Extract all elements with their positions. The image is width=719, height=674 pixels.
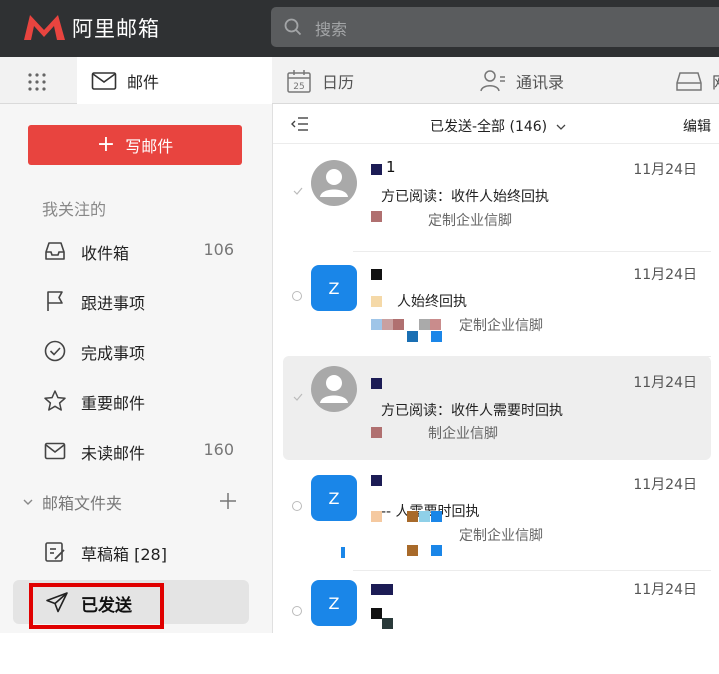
sidebar-item-unread[interactable]: 未读邮件 160 [0, 431, 272, 471]
flag-icon [47, 291, 63, 311]
favorites-title: 我关注的 [42, 200, 107, 219]
envelope-icon [44, 442, 66, 460]
tab-calendar[interactable]: 25 日历 [286, 57, 354, 104]
highlight-box [29, 583, 164, 629]
folder-filter-dropdown[interactable]: 已发送-全部 (146) [430, 116, 566, 136]
avatar [311, 366, 357, 412]
select-radio[interactable] [292, 501, 302, 511]
folders-title: 邮箱文件夹 [42, 494, 123, 513]
mail-subject: 方已阅读：收件人始终回执 [381, 189, 549, 205]
mail-item[interactable]: Z 11月24日 人始终回执 定制企业信脚 [283, 255, 711, 359]
tab-mail[interactable]: 邮件 [77, 57, 272, 104]
avatar [311, 160, 357, 206]
tab-mail-label: 邮件 [127, 72, 160, 92]
sidebar-item-label: 跟进事项 [81, 294, 146, 313]
unread-count: 160 [203, 440, 234, 459]
read-check-icon [293, 393, 303, 401]
sidebar-item-done[interactable]: 完成事项 [0, 331, 272, 371]
avatar: Z [311, 580, 357, 626]
read-check-icon [293, 187, 303, 195]
mail-signature: 制企业信脚 [428, 426, 498, 442]
compose-label: 写邮件 [125, 137, 174, 156]
mail-signature: 定制企业信脚 [428, 213, 512, 229]
sidebar-item-inbox[interactable]: 收件箱 106 [0, 231, 272, 271]
mail-icon [91, 71, 117, 90]
mail-date: 11月24日 [633, 267, 697, 283]
mail-signature: 定制企业信脚 [459, 528, 543, 544]
search-icon [284, 18, 302, 36]
check-circle-icon [44, 340, 66, 362]
contacts-icon [480, 69, 505, 91]
avatar: Z [311, 475, 357, 521]
avatar: Z [311, 265, 357, 311]
mail-date: 11月24日 [633, 582, 697, 598]
draft-icon [45, 542, 65, 562]
mail-item[interactable]: 11月24日 方已阅读：收件人需要时回执 制企业信脚 [283, 356, 711, 460]
sidebar-item-important[interactable]: 重要邮件 [0, 381, 272, 421]
inbox-count: 106 [203, 240, 234, 259]
calendar-icon: 25 [287, 69, 311, 93]
chevron-down-icon [556, 124, 566, 130]
mail-list: 已发送-全部 (146) 编辑 1 11月24日 方已阅读：收件人始终回执 定制… [273, 104, 719, 633]
add-folder-icon[interactable] [217, 490, 239, 512]
logo-icon[interactable] [22, 12, 67, 42]
chevron-down-icon [23, 499, 33, 505]
sidebar-item-label: 重要邮件 [81, 394, 146, 413]
tab-contacts-label: 通讯录 [516, 72, 565, 92]
select-radio[interactable] [292, 291, 302, 301]
plus-icon: + [96, 132, 116, 157]
calendar-day: 25 [293, 82, 304, 92]
sidebar: + 写邮件 我关注的 收件箱 106 跟进事项 完成事项 重要邮件 未读邮件 1… [0, 104, 272, 633]
mail-signature: 定制企业信脚 [459, 318, 543, 334]
mail-date: 11月24日 [633, 477, 697, 493]
sidebar-item-label: 完成事项 [81, 344, 146, 363]
person-icon [320, 169, 348, 197]
mail-sender: 1 [386, 158, 396, 176]
top-header: 阿里邮箱 搜索 [0, 0, 719, 57]
mail-date: 11月24日 [633, 162, 697, 178]
brand-name: 阿里邮箱 [72, 17, 160, 41]
sidebar-item-drafts[interactable]: 草稿箱 [28] [0, 532, 272, 572]
edit-button[interactable]: 编辑 [683, 116, 711, 136]
mail-item[interactable]: 1 11月24日 方已阅读：收件人始终回执 定制企业信脚 [283, 150, 711, 254]
star-icon [44, 390, 66, 411]
mail-subject: 方已阅读：收件人需要时回执 [381, 403, 563, 419]
apps-grid-icon[interactable] [27, 72, 47, 92]
mail-date: 11月24日 [633, 375, 697, 391]
sidebar-item-label: 收件箱 [81, 244, 130, 263]
tab-drive[interactable]: 网 [676, 57, 719, 104]
sidebar-item-followup[interactable]: 跟进事项 [0, 281, 272, 321]
list-header: 已发送-全部 (146) 编辑 [273, 104, 719, 144]
folder-title-text: 已发送-全部 (146) [430, 119, 548, 135]
folders-toggle[interactable]: 邮箱文件夹 [22, 490, 122, 514]
select-radio[interactable] [292, 606, 302, 616]
search-placeholder: 搜索 [315, 20, 348, 39]
sidebar-item-label: 草稿箱 [28] [81, 545, 167, 564]
mail-subject: 人始终回执 [397, 294, 467, 310]
tab-contacts[interactable]: 通讯录 [480, 57, 564, 104]
sidebar-item-label: 未读邮件 [81, 444, 146, 463]
mail-separator [353, 251, 711, 252]
compose-button[interactable]: + 写邮件 [28, 125, 242, 165]
person-icon [320, 375, 348, 403]
app-tabs: 邮件 25 日历 通讯录 网 [0, 57, 719, 104]
mail-item[interactable]: Z 11月24日 -- 人需要时回执 定制企业信脚 [283, 465, 711, 569]
tab-drive-label: 网 [712, 69, 719, 93]
search-input[interactable]: 搜索 [271, 7, 719, 47]
drive-icon [676, 71, 702, 91]
mail-item[interactable]: Z 11月24日 [283, 570, 711, 674]
tab-calendar-label: 日历 [322, 72, 355, 92]
inbox-icon [45, 242, 65, 260]
collapse-sidebar-icon[interactable] [291, 116, 309, 132]
